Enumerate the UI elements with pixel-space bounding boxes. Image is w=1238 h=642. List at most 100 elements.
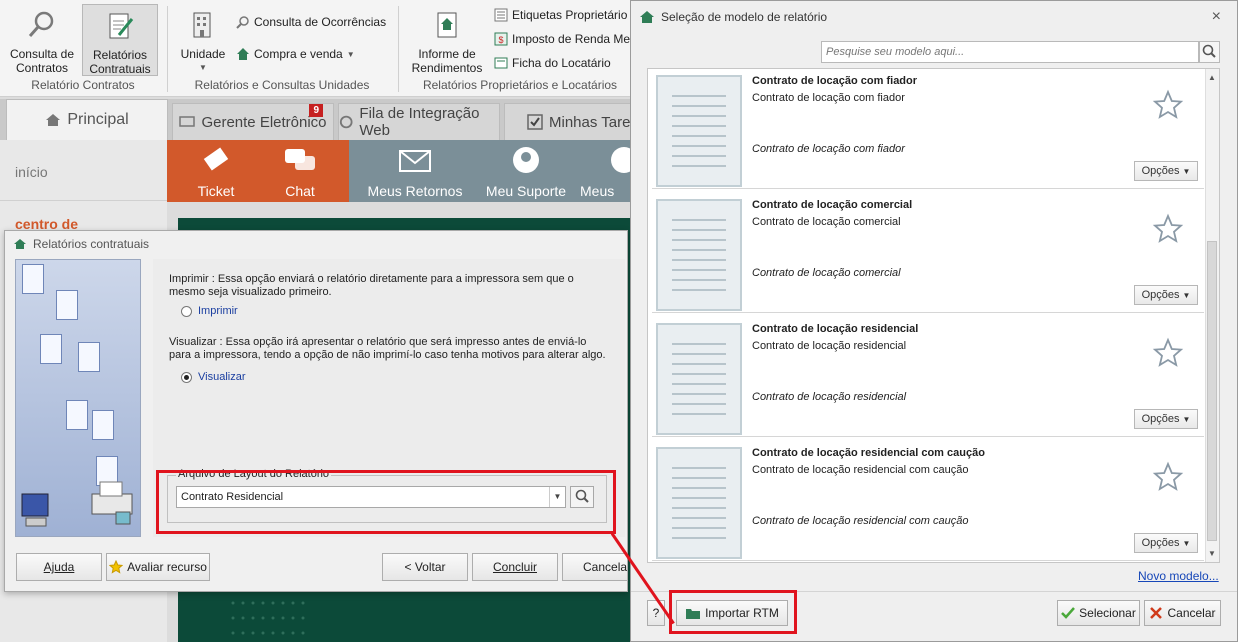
selecionar-button[interactable]: Selecionar xyxy=(1057,600,1140,626)
nav-inicio[interactable]: início xyxy=(15,164,48,180)
checkmark-icon xyxy=(1061,607,1076,619)
divider xyxy=(0,200,167,201)
cancelar-button[interactable]: Cancelar xyxy=(1144,600,1221,626)
tab-principal[interactable]: Principal xyxy=(6,99,168,140)
cancelar-button[interactable]: Cancelar xyxy=(562,553,628,581)
scrollbar-thumb[interactable] xyxy=(1207,241,1217,541)
search-button[interactable] xyxy=(1199,41,1220,63)
ticket-icon xyxy=(203,147,229,171)
model-card[interactable]: Contrato de locação comercial Contrato d… xyxy=(652,193,1204,313)
checkbox-icon xyxy=(527,114,543,130)
vertical-scrollbar[interactable]: ▲ ▼ xyxy=(1205,69,1219,562)
compra-venda-label: Compra e venda xyxy=(254,47,343,61)
close-icon[interactable]: × xyxy=(1212,8,1221,26)
consulta-contratos-button[interactable]: Consulta de Contratos xyxy=(4,4,80,76)
informe-rendimentos-button[interactable]: Informe de Rendimentos xyxy=(408,4,486,76)
scroll-down-icon[interactable]: ▼ xyxy=(1208,549,1216,558)
imprimir-description: Imprimir : Essa opção enviará o relatóri… xyxy=(169,273,574,298)
list-icon xyxy=(494,8,508,22)
model-title: Contrato de locação comercial xyxy=(752,199,913,211)
concluir-button[interactable]: Concluir xyxy=(472,553,558,581)
selecionar-label: Selecionar xyxy=(1079,606,1136,620)
tab-principal-label: Principal xyxy=(67,111,129,128)
ticket-tile[interactable]: Ticket xyxy=(180,140,252,202)
tab-fila-integracao[interactable]: Fila de Integração Web xyxy=(338,103,500,140)
model-card[interactable]: Contrato de locação com fiador Contrato … xyxy=(652,69,1204,189)
document-thumbnail-icon xyxy=(656,323,742,435)
meus-retornos-label: Meus Retornos xyxy=(367,183,463,199)
highlight-box-layout xyxy=(156,470,616,534)
tab-gerente-label: Gerente Eletrônico xyxy=(201,113,327,131)
monitor-icon xyxy=(179,116,196,127)
user-icon xyxy=(513,147,539,173)
tab-minhas-tarefas[interactable]: Minhas Tare xyxy=(504,103,640,140)
meus-sistemas-tile[interactable]: Meus Si xyxy=(578,140,630,202)
model-card[interactable]: Contrato de locação residencial com cauç… xyxy=(652,441,1204,561)
avaliar-label: Avaliar recurso xyxy=(127,560,207,574)
opcoes-button[interactable]: Opções ▼ xyxy=(1134,161,1198,181)
wizard-side-image xyxy=(15,259,141,537)
scroll-up-icon[interactable]: ▲ xyxy=(1208,73,1216,82)
visualizar-radio[interactable]: Visualizar xyxy=(181,371,246,383)
meus-retornos-tile[interactable]: Meus Retornos xyxy=(366,140,464,202)
cancelar-label: Cancelar xyxy=(583,560,628,574)
radio-circle xyxy=(181,305,192,317)
voltar-button[interactable]: < Voltar xyxy=(382,553,468,581)
model-list: Contrato de locação com fiador Contrato … xyxy=(647,68,1220,563)
relatorios-contratuais-label: Relatórios Contratuais xyxy=(89,48,151,76)
imposto-renda-button[interactable]: $ Imposto de Renda Me xyxy=(494,32,630,46)
model-subtitle: Contrato de locação residencial com cauç… xyxy=(752,464,969,476)
ajuda-button[interactable]: Ajuda xyxy=(16,553,102,581)
favorite-star-icon[interactable] xyxy=(1152,213,1184,245)
dialog-title: Seleção de modelo de relatório xyxy=(661,10,828,24)
unidade-button[interactable]: Unidade ▼ xyxy=(176,4,230,76)
money-house-icon xyxy=(437,12,457,38)
relatorios-dialog: Relatórios contratuais Imprimir : Essa o… xyxy=(4,230,628,592)
ficha-locatario-button[interactable]: Ficha do Locatário xyxy=(494,56,611,70)
dialog-title: Relatórios contratuais xyxy=(33,237,150,251)
chat-tile[interactable]: Chat xyxy=(266,140,334,202)
search-input[interactable]: Pesquise seu modelo aqui... xyxy=(821,41,1199,63)
tab-gerente-eletronico[interactable]: Gerente Eletrônico 9 xyxy=(172,103,334,140)
dot-pattern xyxy=(231,601,305,635)
document-icon xyxy=(92,410,114,440)
favorite-star-icon[interactable] xyxy=(1152,89,1184,121)
chevron-down-icon: ▼ xyxy=(1182,414,1191,424)
novo-modelo-link[interactable]: Novo modelo... xyxy=(1138,569,1219,583)
opcoes-label: Opções xyxy=(1141,537,1180,549)
chat-icon xyxy=(285,149,315,170)
consulta-contratos-label: Consulta de Contratos xyxy=(9,47,75,75)
ajuda-label: Ajuda xyxy=(43,560,75,574)
etiquetas-label: Etiquetas Proprietário xyxy=(512,8,628,22)
avaliar-recurso-button[interactable]: Avaliar recurso xyxy=(106,553,210,581)
tab-fila-label: Fila de Integração Web xyxy=(359,105,480,139)
imprimir-label: Imprimir xyxy=(198,305,238,317)
model-title: Contrato de locação com fiador xyxy=(752,75,918,87)
magnifier-icon xyxy=(28,11,54,37)
opcoes-button[interactable]: Opções ▼ xyxy=(1134,533,1198,553)
meu-suporte-tile[interactable]: Meu Suporte xyxy=(482,140,570,202)
chevron-down-icon: ▼ xyxy=(1182,538,1191,548)
chevron-down-icon: ▼ xyxy=(1182,166,1191,176)
favorite-star-icon[interactable] xyxy=(1152,337,1184,369)
ribbon-separator xyxy=(398,6,399,92)
model-card[interactable]: Contrato de locação residencial Contrato… xyxy=(652,317,1204,437)
etiquetas-button[interactable]: Etiquetas Proprietário xyxy=(494,8,627,22)
document-icon xyxy=(66,400,88,430)
document-thumbnail-icon xyxy=(656,447,742,559)
unidade-label: Unidade xyxy=(180,47,226,61)
favorite-star-icon[interactable] xyxy=(1152,461,1184,493)
consulta-ocorrencias-button[interactable]: Consulta de Ocorrências xyxy=(236,15,386,29)
imprimir-radio[interactable]: Imprimir xyxy=(181,305,238,317)
opcoes-button[interactable]: Opções ▼ xyxy=(1134,285,1198,305)
opcoes-button[interactable]: Opções ▼ xyxy=(1134,409,1198,429)
compra-venda-button[interactable]: Compra e venda ▼ xyxy=(236,47,355,61)
relatorios-contratuais-button[interactable]: Relatórios Contratuais xyxy=(82,4,158,76)
search-icon xyxy=(1202,44,1216,58)
chevron-down-icon: ▼ xyxy=(1182,290,1191,300)
opcoes-label: Opções xyxy=(1141,289,1180,301)
cancelar-label: Cancelar xyxy=(1167,606,1216,620)
tab-minhas-label: Minhas Tare xyxy=(549,113,631,131)
dialog-title-bar: Seleção de modelo de relatório × xyxy=(631,1,1237,33)
model-subtitle: Contrato de locação com fiador xyxy=(752,92,905,104)
